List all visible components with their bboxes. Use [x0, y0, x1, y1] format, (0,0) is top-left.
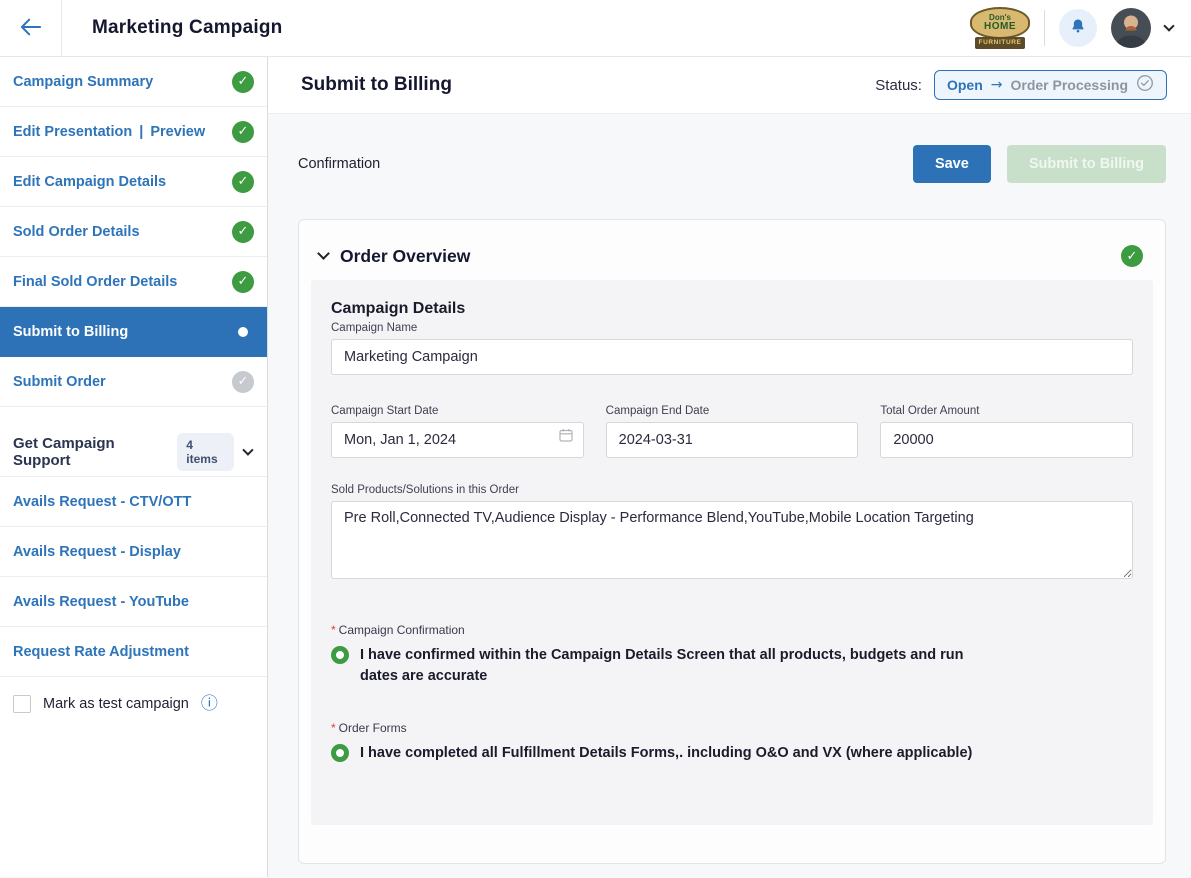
check-circle-icon: ✓ [232, 121, 254, 143]
bell-icon [1068, 17, 1088, 40]
status-label: Status: [875, 77, 922, 94]
campaign-confirmation-group: *Campaign Confirmation I have confirmed … [331, 623, 1133, 687]
arrow-right-icon: → [991, 77, 1003, 93]
start-date-input[interactable] [331, 422, 584, 458]
sidebar-item-campaign-summary[interactable]: Campaign Summary ✓ [0, 57, 267, 107]
campaign-confirmation-text: I have confirmed within the Campaign Det… [360, 645, 1000, 687]
sidebar-section-get-campaign-support[interactable]: Get Campaign Support 4 items [0, 427, 267, 477]
total-order-amount-input[interactable] [880, 422, 1133, 458]
order-overview-header[interactable]: Order Overview ✓ [311, 232, 1153, 280]
campaign-name-input[interactable] [331, 339, 1133, 375]
sidebar-item-avails-display[interactable]: Avails Request - Display [0, 527, 267, 577]
sidebar-item-edit-campaign-details[interactable]: Edit Campaign Details ✓ [0, 157, 267, 207]
check-circle-icon: ✓ [232, 221, 254, 243]
sidebar-item-final-sold-order-details[interactable]: Final Sold Order Details ✓ [0, 257, 267, 307]
sold-products-textarea[interactable]: Pre Roll,Connected TV,Audience Display -… [331, 501, 1133, 579]
user-menu-chevron-icon[interactable] [1163, 20, 1174, 31]
header-right: Don's HOME FURNITURE [970, 0, 1191, 56]
circled-check-icon [1136, 74, 1154, 97]
preview-link[interactable]: Preview [150, 124, 205, 140]
sidebar-item-avails-ctv-ott[interactable]: Avails Request - CTV/OTT [0, 477, 267, 527]
campaign-details-heading: Campaign Details [331, 300, 1133, 318]
logo-line2: HOME [984, 22, 1016, 32]
main-area: Submit to Billing Status: Open → Order P… [268, 57, 1191, 877]
check-circle-icon: ✓ [232, 271, 254, 293]
sidebar-item-submit-to-billing[interactable]: Submit to Billing [0, 307, 267, 357]
items-count-badge: 4 items [177, 433, 234, 471]
order-forms-text: I have completed all Fulfillment Details… [360, 743, 972, 764]
check-circle-icon: ✓ [232, 171, 254, 193]
campaign-details-panel: Campaign Details Campaign Name Campaign … [311, 280, 1153, 825]
layout: Campaign Summary ✓ Edit Presentation | P… [0, 57, 1191, 877]
app-title: Marketing Campaign [92, 0, 282, 56]
chevron-down-icon [317, 247, 330, 260]
order-forms-label: Order Forms [339, 721, 407, 735]
campaign-confirmation-label: Campaign Confirmation [339, 623, 465, 637]
test-campaign-label: Mark as test campaign [43, 696, 189, 712]
submit-to-billing-button[interactable]: Submit to Billing [1007, 145, 1166, 183]
save-button[interactable]: Save [913, 145, 991, 183]
order-overview-title: Order Overview [340, 246, 470, 267]
page-title: Submit to Billing [301, 74, 452, 96]
calendar-icon[interactable] [558, 427, 574, 448]
order-overview-card: Order Overview ✓ Campaign Details Campai… [298, 219, 1166, 864]
logo-banner: FURNITURE [975, 37, 1025, 49]
sidebar-item-submit-order[interactable]: Submit Order ✓ [0, 357, 267, 407]
back-button[interactable] [0, 0, 62, 56]
campaign-confirmation-radio[interactable] [331, 646, 349, 664]
sold-products-label: Sold Products/Solutions in this Order [331, 484, 1133, 496]
check-circle-icon: ✓ [1121, 245, 1143, 267]
order-forms-radio[interactable] [331, 744, 349, 762]
sidebar-item-avails-youtube[interactable]: Avails Request - YouTube [0, 577, 267, 627]
notifications-button[interactable] [1059, 9, 1097, 47]
brand-logo: Don's HOME FURNITURE [970, 7, 1030, 49]
check-circle-pending-icon: ✓ [232, 371, 254, 393]
end-date-input[interactable] [606, 422, 859, 458]
header-divider [1044, 10, 1045, 46]
active-dot-icon [238, 327, 248, 337]
end-date-label: Campaign End Date [606, 405, 859, 417]
status-next: Order Processing [1011, 77, 1129, 93]
status-current: Open [947, 77, 983, 93]
action-buttons: Save Submit to Billing [913, 145, 1166, 183]
test-campaign-checkbox[interactable] [13, 695, 31, 713]
required-asterisk: * [331, 623, 336, 637]
edit-presentation-link[interactable]: Edit Presentation [13, 124, 132, 140]
page-content: Confirmation Save Submit to Billing Orde… [268, 114, 1191, 877]
status-badge[interactable]: Open → Order Processing [934, 70, 1167, 100]
toolbar: Confirmation Save Submit to Billing [298, 145, 1166, 183]
check-circle-icon: ✓ [232, 71, 254, 93]
campaign-name-label: Campaign Name [331, 322, 1133, 334]
sidebar-item-request-rate-adjustment[interactable]: Request Rate Adjustment [0, 627, 267, 677]
page-header: Submit to Billing Status: Open → Order P… [268, 57, 1191, 114]
order-forms-group: *Order Forms I have completed all Fulfil… [331, 721, 1133, 764]
required-asterisk: * [331, 721, 336, 735]
total-order-amount-label: Total Order Amount [880, 405, 1133, 417]
sidebar-item-sold-order-details[interactable]: Sold Order Details ✓ [0, 207, 267, 257]
start-date-label: Campaign Start Date [331, 405, 584, 417]
link-separator: | [139, 124, 143, 140]
info-icon[interactable]: ⓘ [201, 696, 218, 713]
sidebar: Campaign Summary ✓ Edit Presentation | P… [0, 57, 268, 877]
status-group: Status: Open → Order Processing [875, 70, 1167, 100]
sidebar-item-edit-presentation[interactable]: Edit Presentation | Preview ✓ [0, 107, 267, 157]
back-arrow-icon [20, 17, 42, 40]
user-avatar[interactable] [1111, 8, 1151, 48]
app-header: Marketing Campaign Don's HOME FURNITURE [0, 0, 1191, 57]
chevron-down-icon [243, 444, 254, 455]
dates-row: Campaign Start Date Campaign End Date To… [331, 401, 1133, 458]
confirmation-section-label: Confirmation [298, 156, 380, 172]
test-campaign-row: Mark as test campaign ⓘ [0, 695, 267, 713]
